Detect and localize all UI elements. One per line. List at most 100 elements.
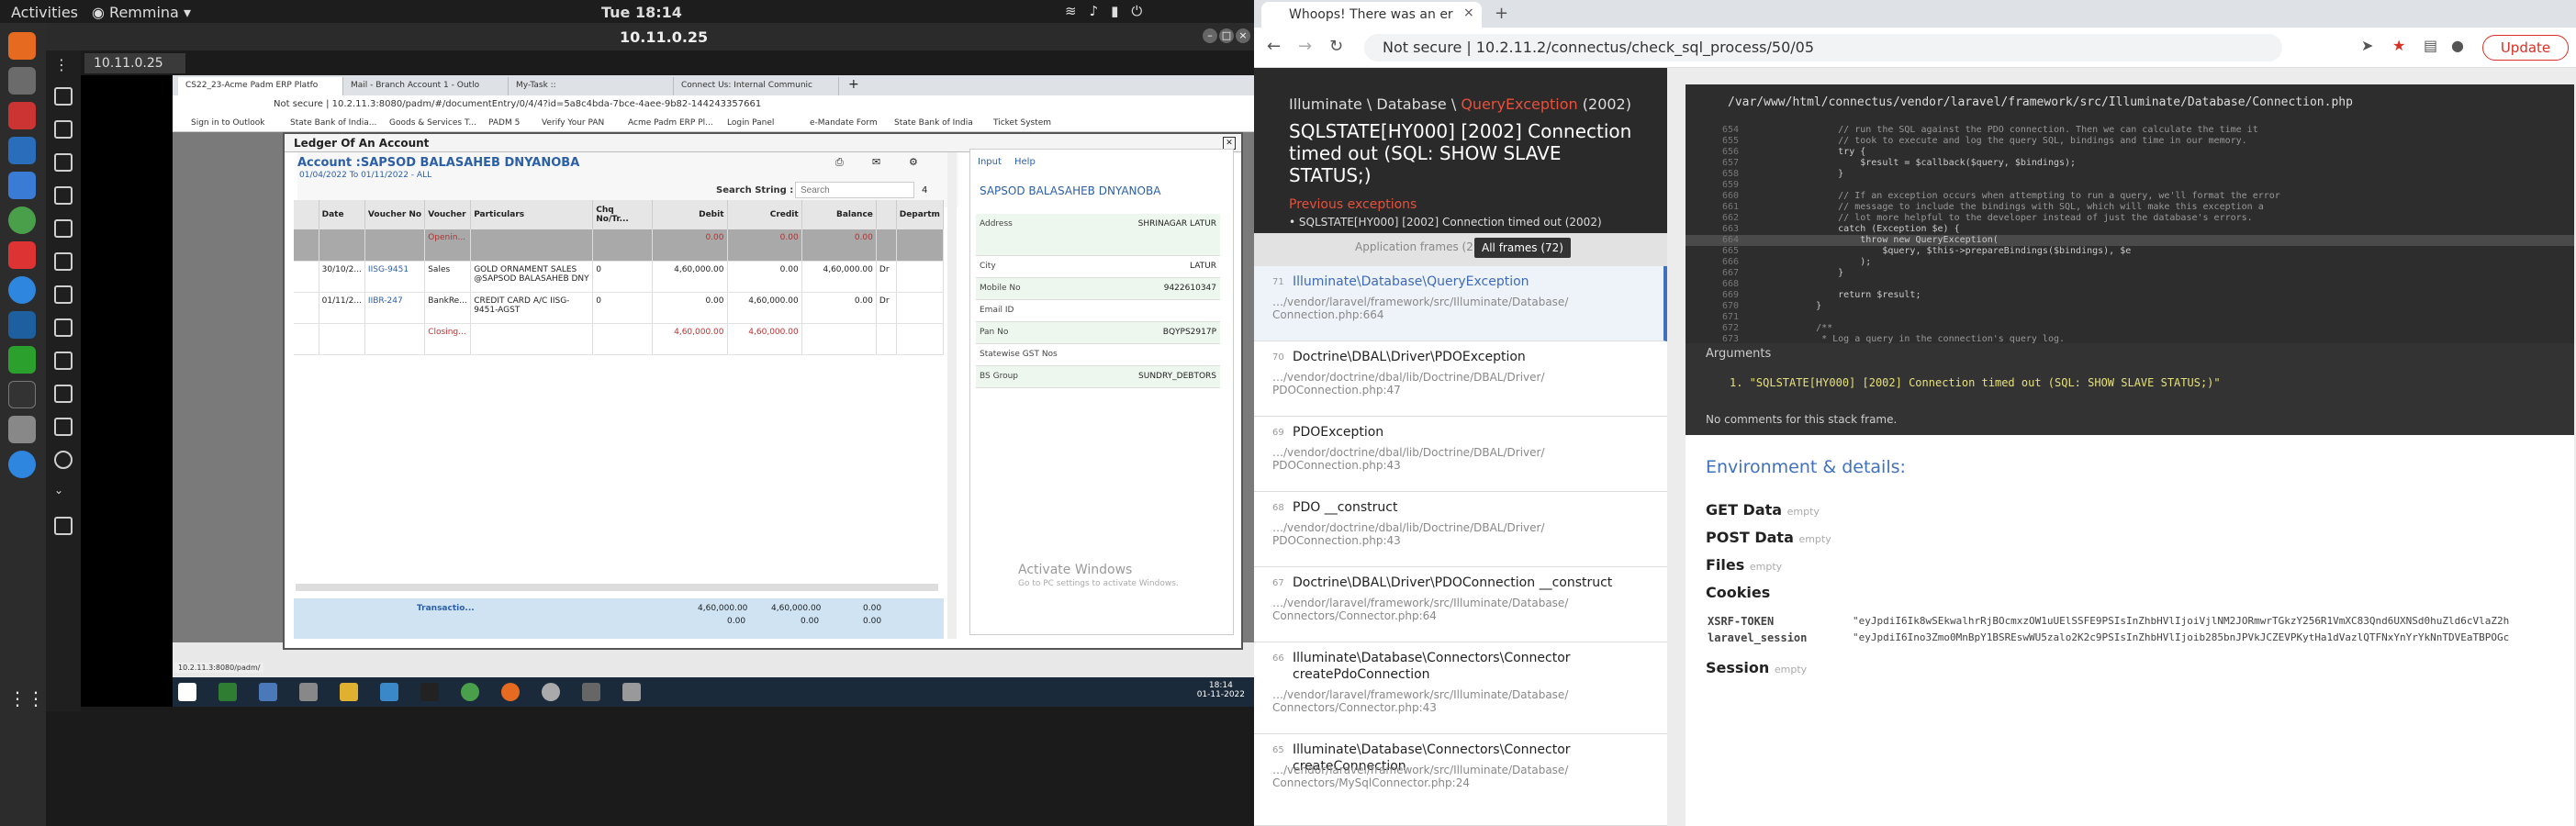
cell-voucher-link[interactable]: IISG-9451 (364, 261, 426, 293)
remote-tab[interactable]: My-Task :: (509, 77, 674, 95)
search-input[interactable] (795, 182, 914, 198)
preferences-icon[interactable] (54, 385, 73, 403)
frame-item[interactable]: 66 Illuminate\Database\Connectors\Connect… (1254, 642, 1667, 734)
bookmark[interactable]: Login Panel (727, 118, 774, 128)
start-icon[interactable] (178, 683, 196, 701)
mail-icon[interactable]: ✉ (872, 156, 880, 168)
calc-icon[interactable] (8, 346, 36, 374)
grab-icon[interactable] (54, 252, 73, 271)
bookmark[interactable]: State Bank of India (894, 118, 973, 128)
scale-icon[interactable] (54, 219, 73, 238)
table-row[interactable]: 01/11/2... IIBR-247 BankRe... CREDIT CAR… (294, 292, 945, 324)
calculator-icon[interactable] (8, 416, 36, 443)
cell-voucher-link[interactable]: IIBR-247 (364, 292, 426, 324)
share-icon[interactable]: ➤ (2361, 37, 2373, 54)
home-icon[interactable] (54, 87, 73, 106)
column-header[interactable]: Particulars (470, 200, 594, 229)
close-tab-icon[interactable]: × (1463, 6, 1474, 20)
remote-desktop[interactable]: CS22_23-Acme Padm ERP Platfo Mail - Bran… (81, 75, 1254, 707)
frame-item[interactable]: 71 Illuminate\Database\QueryException …/ve… (1254, 266, 1667, 341)
column-header[interactable] (876, 200, 897, 229)
remote-address-bar[interactable]: Not secure | 10.2.11.3:8080/padm/#/docum… (173, 95, 1254, 116)
chrome-icon[interactable] (8, 206, 36, 234)
address-bar[interactable]: Not secure | 10.2.11.2/connectus/check_s… (1364, 34, 2282, 61)
disconnect-icon[interactable] (54, 517, 73, 535)
system-tray[interactable]: ≋♪▮⏻ (1065, 3, 1155, 19)
writer-icon[interactable] (8, 137, 36, 164)
activities-button[interactable]: Activities (11, 4, 78, 21)
anydesk-icon[interactable] (8, 241, 36, 269)
frame-item[interactable]: 67 Doctrine\DBAL\Driver\PDOConnection __c… (1254, 567, 1667, 642)
table-row[interactable]: 30/10/2... IISG-9451 Sales GOLD ORNAMENT… (294, 261, 945, 293)
minimize-icon[interactable]: – (1203, 28, 1217, 43)
star-icon[interactable]: ★ (2392, 37, 2405, 54)
column-header[interactable]: Date (319, 200, 365, 229)
bookmark[interactable]: State Bank of India... (290, 118, 376, 128)
app3-taskbar-icon[interactable] (622, 683, 641, 701)
resize-icon[interactable] (54, 120, 73, 139)
skype-icon[interactable] (8, 276, 36, 304)
settings-icon[interactable] (8, 311, 36, 339)
column-header[interactable]: Chq No/Tr... (592, 200, 654, 229)
sidebar-icon[interactable]: ▤ (2424, 37, 2437, 54)
firefox-taskbar-icon[interactable] (501, 683, 520, 701)
clock[interactable]: Tue 18:14 (601, 4, 682, 21)
print-icon[interactable]: ⎙ (835, 156, 844, 169)
frame-item[interactable]: 65 Illuminate\Database\Connectors\Connect… (1254, 734, 1667, 826)
all-frames-tab[interactable]: All frames (72) (1474, 238, 1571, 258)
new-tab-icon[interactable]: + (848, 77, 859, 92)
profile-icon[interactable]: ● (2451, 37, 2464, 54)
remmina-connection-tab[interactable]: 10.11.0.25 (84, 53, 185, 73)
table-row[interactable]: Openin... 0.00 0.00 0.00 (294, 229, 945, 262)
app2-taskbar-icon[interactable] (582, 683, 600, 701)
camera-icon[interactable] (54, 451, 73, 469)
app-menu[interactable]: ◉ Remmina ▾ (92, 4, 191, 21)
bookmark[interactable]: Acme Padm ERP Pl... (628, 118, 713, 128)
horizontal-scrollbar[interactable] (296, 584, 938, 591)
user-icon[interactable] (420, 683, 439, 701)
file-path[interactable]: /var/www/html/connectus/vendor/laravel/f… (1728, 95, 2353, 109)
files-icon[interactable] (8, 67, 36, 95)
frame-item[interactable]: 69 PDOException …/vendor/doctrine/dbal/lib… (1254, 417, 1667, 492)
network-app-icon[interactable] (299, 683, 318, 701)
application-frames-tab[interactable]: Application frames (2) (1355, 240, 1478, 253)
settings-taskbar-icon[interactable] (542, 683, 560, 701)
firefox-icon[interactable] (8, 32, 36, 60)
fit-icon[interactable] (54, 186, 73, 205)
close-icon[interactable]: ✕ (1223, 137, 1236, 150)
update-button[interactable]: Update (2482, 35, 2569, 61)
column-header[interactable]: Debit (652, 200, 728, 229)
maximize-icon[interactable]: □ (1219, 28, 1234, 43)
app-icon[interactable] (259, 683, 277, 701)
menu-icon[interactable] (54, 285, 73, 304)
table-row[interactable]: Closing... 4,60,000.00 4,60,000.00 (294, 323, 945, 355)
phone-icon[interactable] (8, 451, 36, 478)
pin-icon[interactable]: ⋮ (54, 56, 73, 74)
excel-icon[interactable] (218, 683, 237, 701)
column-header[interactable] (294, 200, 319, 229)
tab-help[interactable]: Help (1014, 157, 1036, 167)
bookmark[interactable]: e-Mandate Form (810, 118, 878, 128)
column-header[interactable]: Balance (801, 200, 877, 229)
remote-tab[interactable]: CS22_23-Acme Padm ERP Platfo (178, 77, 343, 95)
remmina-dock-icon[interactable] (8, 172, 36, 199)
new-tab-icon[interactable]: + (1495, 4, 1508, 23)
close-icon[interactable]: × (1236, 28, 1250, 43)
bookmark[interactable]: Sign in to Outlook (191, 118, 265, 128)
previous-exception-item[interactable]: • SQLSTATE[HY000] [2002] Connection time… (1289, 216, 1632, 229)
reload-icon[interactable]: ↻ (1329, 37, 1343, 56)
frame-item[interactable]: 68 PDO __construct …/vendor/doctrine/dbal/… (1254, 492, 1667, 567)
chevron-down-icon[interactable]: ⌄ (54, 484, 73, 502)
remote-tab[interactable]: Mail - Branch Account 1 - Outlo (343, 77, 509, 95)
folder-icon[interactable] (340, 683, 358, 701)
fullscreen-icon[interactable] (54, 153, 73, 172)
column-header[interactable]: Voucher No (364, 200, 426, 229)
bookmark[interactable]: PADM 5 (488, 118, 520, 128)
column-header[interactable]: Voucher (424, 200, 472, 229)
forward-icon[interactable]: → (1298, 37, 1312, 56)
back-icon[interactable]: ← (1267, 37, 1281, 56)
frame-item[interactable]: 70 Doctrine\DBAL\Driver\PDOException …/ven… (1254, 341, 1667, 417)
remote-tab[interactable]: Connect Us: Internal Communic (674, 77, 839, 95)
screenshot-icon[interactable] (54, 318, 73, 337)
vertical-scrollbar[interactable] (947, 152, 957, 639)
